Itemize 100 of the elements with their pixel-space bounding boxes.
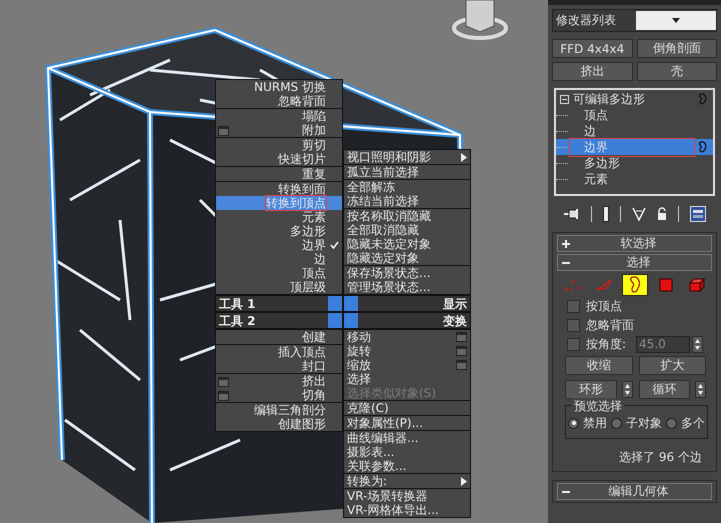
pin-icon[interactable] (564, 208, 580, 220)
radio-button[interactable] (666, 418, 677, 428)
menu-item[interactable]: VR-场景转换器 (344, 489, 470, 503)
menu-item[interactable]: 顶层级 (216, 280, 342, 294)
menu-item[interactable]: 转换为: (344, 474, 470, 488)
menu-item[interactable]: 快速切片 (216, 152, 342, 166)
menu-item[interactable]: 全部取消隐藏 (344, 223, 470, 237)
menu-item[interactable]: 隐藏未选定对象 (344, 237, 470, 251)
option-box-icon[interactable] (218, 126, 229, 136)
menu-item[interactable]: 选择 (344, 372, 470, 386)
lock-icon[interactable] (656, 207, 666, 221)
selection-button[interactable]: 扩大 (638, 356, 706, 375)
menu-item[interactable]: 多边形 (216, 224, 342, 238)
bean-icon[interactable] (698, 141, 707, 153)
menu-item[interactable]: 编辑三角剖分 (216, 403, 342, 417)
option-box-icon[interactable] (456, 332, 467, 342)
menu-item[interactable]: 边界 (216, 238, 342, 252)
bar-icon[interactable] (602, 206, 608, 222)
menu-item[interactable]: 切角 (216, 388, 342, 402)
menu-item[interactable]: 塌陷 (216, 109, 342, 123)
modifier-button[interactable]: FFD 4x4x4 (552, 39, 632, 58)
rollout-header[interactable]: 选择 (557, 254, 712, 271)
funnel-icon[interactable] (632, 207, 646, 221)
check-icon (330, 241, 339, 249)
menu-item[interactable]: 插入顶点 (216, 345, 342, 359)
menu-item[interactable]: 边 (216, 252, 342, 266)
radio-button[interactable] (568, 418, 579, 428)
selection-button[interactable]: 收缩 (565, 356, 632, 375)
menu-item[interactable]: 保存场景状态... (344, 266, 470, 280)
stack-item[interactable]: 多边形 (556, 155, 713, 171)
quad-title: 显示 (442, 296, 468, 310)
checkbox-label: 按角度: (586, 336, 626, 353)
menu-item[interactable]: 曲线编辑器... (344, 431, 470, 445)
menu-item[interactable]: 忽略背面 (216, 94, 342, 108)
bean-icon (628, 276, 640, 294)
quad-title: 工具 1 (218, 296, 257, 310)
collapse-icon[interactable] (560, 94, 569, 104)
modifier-list-dropdown[interactable]: 修改器列表 (552, 9, 717, 32)
menu-item[interactable]: 创建 (216, 330, 342, 344)
menu-item[interactable]: 附加 (216, 123, 342, 137)
menu-item[interactable]: 视口照明和阴影 (344, 150, 470, 164)
option-box-icon[interactable] (456, 360, 467, 370)
submenu-arrow-icon (461, 476, 467, 486)
radio-label: 禁用 (583, 414, 607, 432)
checkbox[interactable] (567, 300, 580, 313)
checkbox[interactable] (567, 338, 580, 351)
option-box-icon[interactable] (456, 346, 467, 356)
selection-button[interactable]: 环形 (565, 380, 616, 399)
spinner-arrows-icon[interactable] (695, 381, 706, 398)
submenu-arrow-icon (461, 152, 467, 162)
menu-item[interactable]: 管理场景状态... (344, 280, 470, 294)
menu-item[interactable]: 剪切 (216, 138, 342, 152)
menu-item[interactable]: 摄影表... (344, 445, 470, 459)
option-box-icon[interactable] (218, 377, 229, 387)
modifier-button[interactable]: 挤出 (552, 62, 632, 81)
modifier-button[interactable]: 倒角剖面 (636, 39, 717, 58)
menu-item[interactable]: 顶点 (216, 266, 342, 280)
rollout-header[interactable]: 软选择 (557, 235, 712, 252)
rollout-header[interactable]: 编辑几何体 (557, 483, 712, 500)
triangle-outline-icon (594, 278, 612, 292)
menu-item[interactable]: 元素 (216, 210, 342, 224)
stack-item[interactable]: 可编辑多边形 (556, 91, 713, 107)
menu-item[interactable]: NURMS 切换 (216, 80, 342, 94)
stack-item[interactable]: 元素 (556, 171, 713, 187)
viewcube-icon[interactable] (452, 0, 508, 40)
modifier-button[interactable]: 壳 (636, 62, 717, 81)
stack-item[interactable]: 顶点 (556, 107, 713, 123)
menu-item[interactable]: 全部解冻 (344, 180, 470, 194)
configure-icon[interactable] (690, 206, 706, 222)
radio-label: 子对象 (626, 414, 662, 432)
radio-button[interactable] (611, 418, 622, 428)
menu-item[interactable]: 转换到面 (216, 182, 342, 196)
menu-item[interactable]: 封口 (216, 359, 342, 373)
menu-item[interactable]: 克隆(C) (344, 401, 470, 415)
menu-item[interactable]: 按名称取消隐藏 (344, 209, 470, 223)
menu-item[interactable]: 重复 (216, 167, 342, 181)
menu-item[interactable]: 孤立当前选择 (344, 165, 470, 179)
dot-cluster-icon (562, 278, 582, 292)
option-box-icon[interactable] (218, 391, 229, 401)
selection-button[interactable]: 循环 (638, 380, 690, 399)
spinner-arrows-icon[interactable] (692, 336, 704, 353)
menu-item[interactable]: 关联参数... (344, 459, 470, 473)
menu-item[interactable]: 冻结当前选择 (344, 194, 470, 208)
menu-item[interactable]: 对象属性(P)... (344, 416, 470, 430)
menu-item[interactable]: 旋转 (344, 344, 470, 358)
menu-item[interactable]: 挤出 (216, 374, 342, 388)
menu-item[interactable]: 移动 (344, 330, 470, 344)
subobject-mode-button[interactable] (622, 274, 648, 296)
quad-title: 变换 (442, 314, 468, 328)
stack-item[interactable]: 边 (556, 123, 713, 139)
menu-item[interactable]: 缩放 (344, 358, 470, 372)
checkbox-label: 按顶点 (586, 298, 622, 315)
menu-item[interactable]: 创建图形 (216, 417, 342, 431)
rollout-title: 选择 (626, 254, 652, 271)
dropdown-arrow-icon (672, 18, 680, 23)
spinner-arrows-icon[interactable] (622, 381, 632, 398)
radio-label: 多个 (681, 414, 705, 432)
menu-item[interactable]: VR-网格体导出... (344, 503, 470, 517)
checkbox[interactable] (567, 319, 580, 332)
menu-item[interactable]: 隐藏选定对象 (344, 251, 470, 265)
